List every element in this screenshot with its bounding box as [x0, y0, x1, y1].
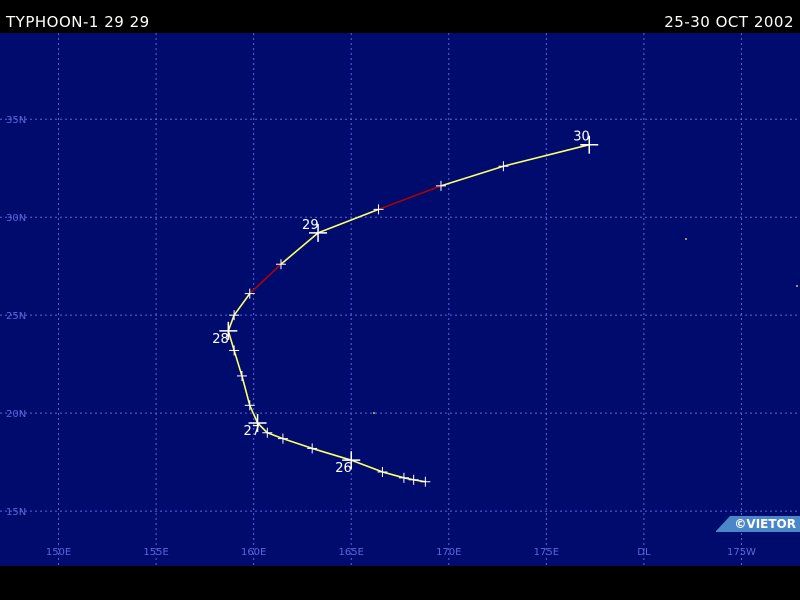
six-hour-position-marker[interactable]: [277, 433, 288, 444]
six-hour-position-marker[interactable]: [420, 476, 431, 487]
lon-label: 165E: [339, 547, 364, 558]
day-labels: 26 27 28 29 30: [212, 130, 590, 476]
track-markers: [219, 135, 599, 487]
lat-label: 30N: [6, 213, 26, 224]
track-segment: [317, 208, 379, 234]
track-map: 35N 30N 25N 20N 15N 150E 155E 160E 165E 170E 175E…: [0, 33, 800, 566]
lon-label: 150E: [46, 547, 71, 558]
track-segment: [311, 447, 352, 461]
track-segment: [267, 432, 284, 440]
track-segment: [227, 330, 235, 351]
track-segment: [249, 404, 259, 424]
map-specks: [373, 238, 798, 414]
track-segment: [249, 263, 282, 295]
day-label: 26: [335, 461, 352, 476]
track-segment: [227, 314, 235, 332]
credit-badge: ©VIETOR: [716, 516, 800, 532]
six-hour-position-marker[interactable]: [435, 180, 446, 191]
track-segment: [378, 185, 442, 211]
lon-label: 170E: [436, 547, 461, 558]
lat-label: 35N: [6, 115, 26, 126]
longitude-labels: 150E 155E 160E 165E 170E 175E DL 175W: [46, 547, 756, 558]
map-panel[interactable]: 35N 30N 25N 20N 15N 150E 155E 160E 165E 170E 175E…: [0, 33, 800, 566]
six-hour-position-marker[interactable]: [229, 345, 240, 356]
track-segment: [382, 471, 405, 479]
six-hour-position-marker[interactable]: [373, 204, 384, 215]
lon-label: 175W: [727, 547, 756, 558]
date-range: 25-30 OCT 2002: [664, 13, 794, 31]
track-segment: [282, 437, 313, 450]
six-hour-position-marker[interactable]: [236, 370, 247, 381]
credit-corner: [716, 516, 731, 531]
day-label: 27: [244, 424, 261, 439]
day-label: 30: [573, 130, 590, 145]
track-segment: [280, 232, 319, 265]
track-segment: [233, 350, 243, 377]
day-label: 28: [212, 332, 229, 347]
six-hour-position-marker[interactable]: [398, 472, 409, 483]
lon-label: DL: [637, 547, 651, 558]
track-segment: [440, 165, 504, 187]
lat-label: 20N: [6, 409, 26, 420]
track-segment: [241, 375, 251, 406]
track-segment: [233, 293, 251, 316]
six-hour-position-marker[interactable]: [408, 474, 419, 485]
six-hour-position-marker[interactable]: [307, 443, 318, 454]
storm-track: [227, 143, 590, 483]
credit-text: ©VIETOR: [734, 517, 796, 531]
six-hour-position-marker[interactable]: [377, 466, 388, 477]
lat-label: 15N: [6, 507, 26, 518]
lon-label: 175E: [534, 547, 559, 558]
six-hour-position-marker[interactable]: [498, 161, 509, 172]
lon-label: 155E: [143, 547, 168, 558]
graticule: [0, 33, 800, 566]
track-segment: [350, 459, 383, 473]
lat-label: 25N: [6, 311, 26, 322]
latitude-labels: 35N 30N 25N 20N 15N: [6, 115, 26, 518]
track-map-window: TYPHOON-1 29 29 25-30 OCT 2002 35N 30N 25N…: [0, 0, 800, 600]
storm-title: TYPHOON-1 29 29: [6, 13, 150, 31]
lon-label: 160E: [241, 547, 266, 558]
day-label: 29: [302, 218, 319, 233]
